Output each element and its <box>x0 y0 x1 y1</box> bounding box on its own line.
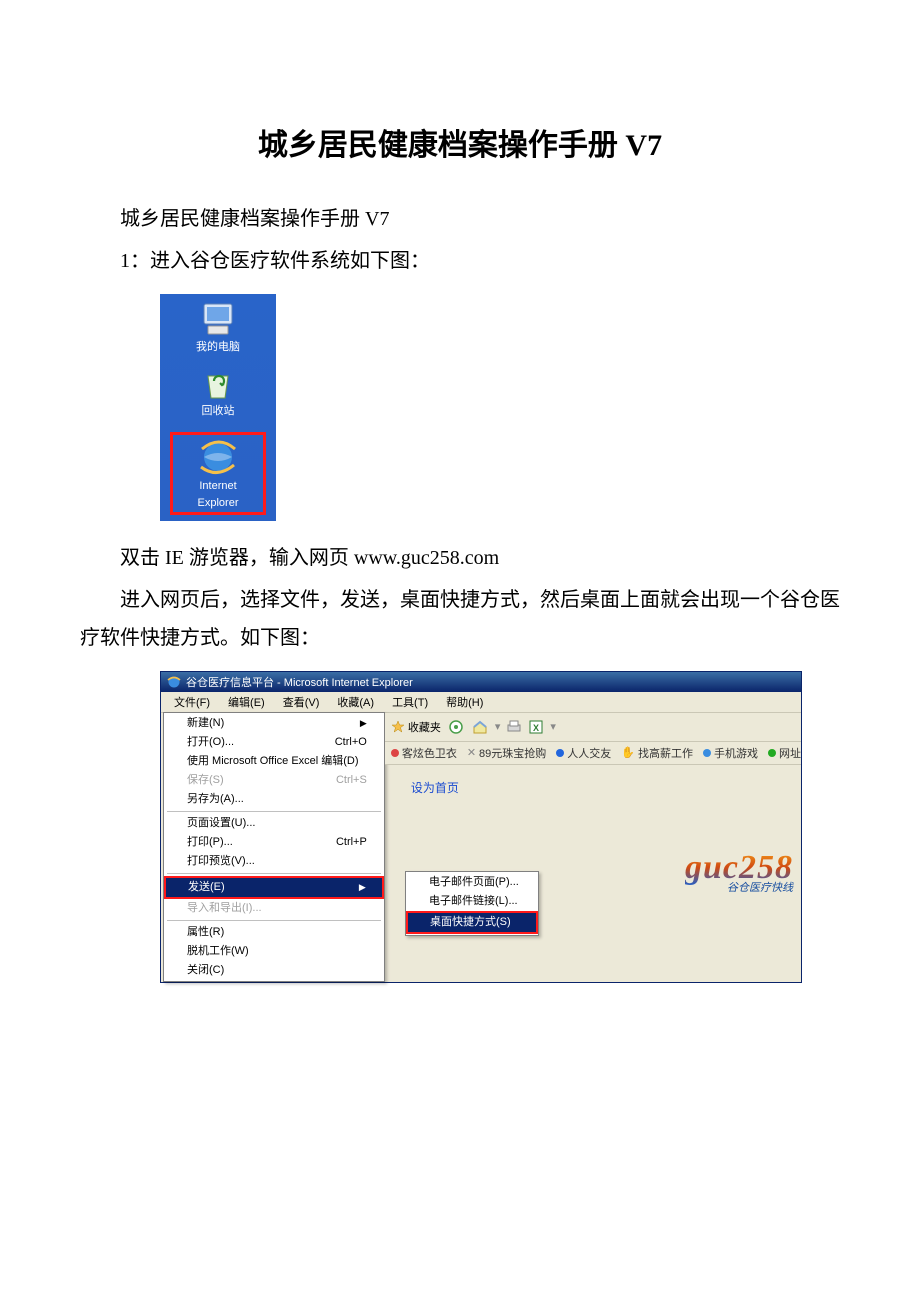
doc-title: 城乡居民健康档案操作手册 V7 <box>80 120 840 164</box>
menu-page-setup[interactable]: 页面设置(U)... <box>165 814 383 833</box>
recycle-bin-label: 回收站 <box>202 405 235 418</box>
instruction-1: 双击 IE 游览器，输入网页 www.guc258.com <box>80 539 840 577</box>
menu-edit[interactable]: 编辑(E) <box>219 692 274 712</box>
menu-work-offline[interactable]: 脱机工作(W) <box>165 942 383 961</box>
submenu-email-page[interactable]: 电子邮件页面(P)... <box>407 873 537 892</box>
doc-subtitle: 城乡居民健康档案操作手册 V7 <box>80 200 840 238</box>
my-computer-label: 我的电脑 <box>196 341 240 354</box>
ie-window-screenshot: 谷仓医疗信息平台 - Microsoft Internet Explorer 文… <box>160 671 802 983</box>
media-icon[interactable] <box>447 719 465 735</box>
menu-print-preview[interactable]: 打印预览(V)... <box>165 852 383 871</box>
my-computer-icon[interactable]: 我的电脑 <box>170 302 266 354</box>
menu-open[interactable]: 打开(O)...Ctrl+O <box>165 733 383 752</box>
menu-save-as[interactable]: 另存为(A)... <box>165 790 383 809</box>
home-icon[interactable] <box>471 719 489 735</box>
svg-text:X: X <box>533 723 539 733</box>
menu-new[interactable]: 新建(N)▶ <box>165 714 383 733</box>
ie-menubar: 文件(F) 编辑(E) 查看(V) 收藏(A) 工具(T) 帮助(H) <box>161 692 801 713</box>
submenu-email-link[interactable]: 电子邮件链接(L)... <box>407 892 537 911</box>
send-submenu: 电子邮件页面(P)... 电子邮件链接(L)... 桌面快捷方式(S) <box>405 871 539 936</box>
menu-tools[interactable]: 工具(T) <box>383 692 437 712</box>
menu-properties[interactable]: 属性(R) <box>165 923 383 942</box>
menu-view[interactable]: 查看(V) <box>274 692 329 712</box>
link-4[interactable]: ✋找高薪工作 <box>621 745 693 761</box>
menu-edit-excel[interactable]: 使用 Microsoft Office Excel 编辑(D) <box>165 752 383 771</box>
link-3[interactable]: 人人交友 <box>556 745 611 761</box>
menu-print[interactable]: 打印(P)...Ctrl+P <box>165 833 383 852</box>
menu-help[interactable]: 帮助(H) <box>437 692 492 712</box>
link-5[interactable]: 手机游戏 <box>703 745 758 761</box>
ie-icon-highlighted[interactable]: Internet Explorer <box>170 432 266 514</box>
link-1[interactable]: 客炫色卫衣 <box>391 745 457 761</box>
recycle-bin-icon[interactable]: 回收站 <box>170 368 266 418</box>
excel-icon[interactable]: X <box>528 719 544 735</box>
menu-file[interactable]: 文件(F) <box>165 692 219 712</box>
menu-import-export: 导入和导出(I)... <box>165 899 383 918</box>
guc258-logo: guc258 谷仓医疗快线 <box>685 851 793 894</box>
desktop-screenshot: 我的电脑 回收站 Internet Explorer <box>160 294 276 521</box>
ie-app-icon <box>167 675 181 689</box>
star-icon <box>391 720 405 734</box>
ie-window-title: 谷仓医疗信息平台 - Microsoft Internet Explorer <box>186 674 413 690</box>
ie-label-2: Explorer <box>198 497 239 510</box>
set-homepage-link[interactable]: 设为首页 <box>411 779 459 796</box>
link-6[interactable]: 网址 <box>768 745 801 761</box>
toolbar-favorites[interactable]: 收藏夹 <box>391 719 441 735</box>
menu-send[interactable]: 发送(E)▶ <box>166 878 382 897</box>
menu-save: 保存(S)Ctrl+S <box>165 771 383 790</box>
ie-titlebar: 谷仓医疗信息平台 - Microsoft Internet Explorer <box>161 672 801 692</box>
ie-links-bar: 客炫色卫衣 ✕89元珠宝抢购 人人交友 ✋找高薪工作 手机游戏 网址 <box>385 742 801 765</box>
link-2[interactable]: ✕89元珠宝抢购 <box>467 745 546 761</box>
ie-toolbar: 收藏夹 ▾ <box>385 713 801 742</box>
menu-close[interactable]: 关闭(C) <box>165 961 383 980</box>
menu-favorites[interactable]: 收藏(A) <box>328 692 383 712</box>
submenu-desktop-shortcut[interactable]: 桌面快捷方式(S) <box>408 913 536 932</box>
print-icon[interactable] <box>506 719 522 735</box>
file-menu-dropdown: 新建(N)▶ 打开(O)...Ctrl+O 使用 Microsoft Offic… <box>163 712 385 982</box>
step-1: 1：进入谷仓医疗软件系统如下图： <box>80 242 840 280</box>
instruction-2: 进入网页后，选择文件，发送，桌面快捷方式，然后桌面上面就会出现一个谷仓医疗软件快… <box>80 581 840 657</box>
ie-label-1: Internet <box>199 480 236 493</box>
